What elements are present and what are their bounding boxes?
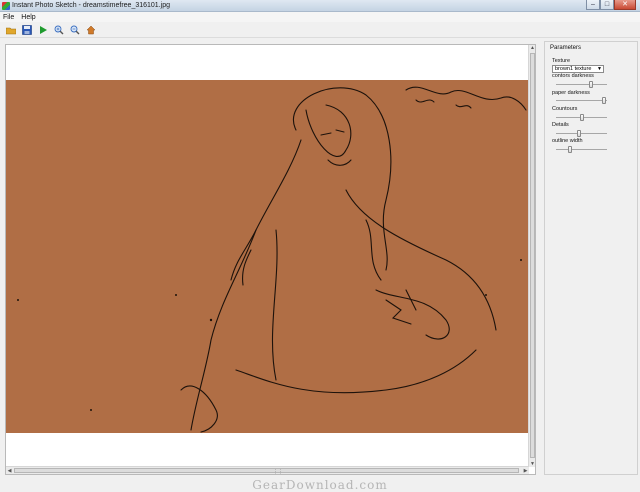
scroll-left-arrow-icon[interactable]: ◀ [6, 468, 13, 474]
save-button[interactable] [21, 24, 33, 36]
scroll-right-arrow-icon[interactable]: ▶ [522, 468, 529, 474]
sketch-image [6, 80, 529, 433]
texture-select-value: brown1 texture [555, 66, 592, 72]
parameters-panel: Parameters Texture brown1 texture ▼ cont… [544, 41, 638, 475]
texture-label: Texture [552, 58, 571, 64]
slider-handle[interactable] [577, 130, 581, 137]
title-bar: Instant Photo Sketch - dreamstimefree_31… [0, 0, 640, 12]
toolbar [0, 22, 640, 38]
horizontal-scroll-thumb[interactable]: ⋮⋮ [14, 468, 519, 475]
contors-darkness-label: contors darkness [552, 73, 594, 79]
run-button[interactable] [37, 24, 49, 36]
window-title: Instant Photo Sketch - dreamstimefree_31… [12, 2, 170, 9]
slider-track [556, 133, 607, 134]
slider-track [556, 149, 607, 150]
scroll-grip-icon: ⋮⋮ [273, 469, 283, 475]
sketch-drawing [17, 86, 527, 433]
watermark: GearDownload.com [252, 478, 388, 492]
maximize-button[interactable]: □ [600, 0, 614, 10]
horizontal-scrollbar[interactable]: ◀ ⋮⋮ ▶ [6, 466, 529, 475]
image-canvas[interactable]: ▲ ▼ ◀ ⋮⋮ ▶ [5, 44, 536, 475]
save-icon [22, 24, 32, 35]
vertical-scrollbar[interactable]: ▲ ▼ [528, 45, 535, 467]
close-button[interactable]: ✕ [614, 0, 636, 10]
details-slider[interactable] [556, 130, 607, 137]
vertical-scroll-thumb[interactable] [530, 53, 535, 458]
window-controls: – □ ✕ [586, 0, 636, 10]
paper-darkness-slider[interactable] [556, 97, 607, 104]
outline-width-label: outline width [552, 138, 583, 144]
zoom-out-icon [70, 25, 80, 34]
countours-slider[interactable] [556, 114, 607, 121]
home-icon [86, 25, 96, 34]
paper-darkness-label: paper darkness [552, 90, 590, 96]
slider-track [556, 84, 607, 85]
zoom-in-button[interactable] [53, 24, 65, 36]
contors-darkness-slider[interactable] [556, 81, 607, 88]
outline-width-slider[interactable] [556, 146, 607, 153]
scroll-up-arrow-icon[interactable]: ▲ [529, 45, 536, 51]
home-button[interactable] [85, 24, 97, 36]
chevron-down-icon: ▼ [597, 66, 602, 72]
menu-help[interactable]: Help [21, 14, 35, 21]
slider-handle[interactable] [589, 81, 593, 88]
zoom-out-button[interactable] [69, 24, 81, 36]
menu-bar: File Help [0, 12, 640, 22]
texture-select[interactable]: brown1 texture ▼ [552, 65, 604, 73]
slider-handle[interactable] [568, 146, 572, 153]
slider-handle[interactable] [580, 114, 584, 121]
scroll-down-arrow-icon[interactable]: ▼ [529, 461, 536, 467]
details-label: Details [552, 122, 569, 128]
countours-label: Countours [552, 106, 578, 112]
slider-handle[interactable] [602, 97, 606, 104]
open-icon [6, 27, 16, 34]
app-icon [2, 2, 10, 10]
zoom-in-icon [54, 25, 64, 34]
parameters-title: Parameters [550, 45, 582, 51]
minimize-button[interactable]: – [586, 0, 600, 10]
slider-track [556, 100, 607, 101]
play-icon [40, 25, 47, 34]
menu-file[interactable]: File [3, 14, 14, 21]
open-button[interactable] [5, 24, 17, 36]
